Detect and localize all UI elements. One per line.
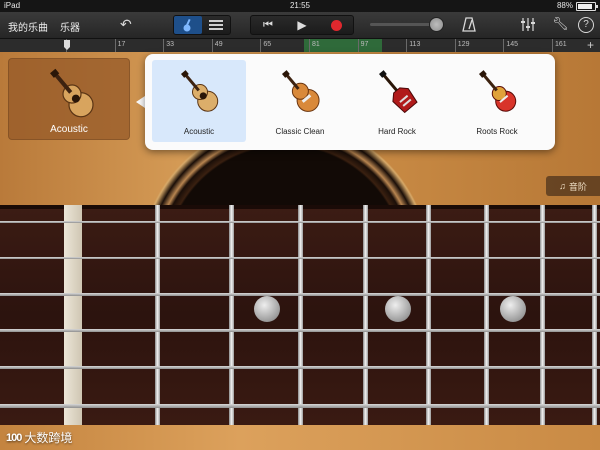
acoustic-guitar-icon [180,70,219,112]
instrument-option-label: Classic Clean [275,127,325,136]
ruler-tick [309,39,310,52]
ruler-number: 81 [312,41,320,48]
ruler-number: 65 [263,41,272,48]
ruler-tick [406,39,408,52]
guitar-string[interactable] [0,404,600,408]
ruler-number: 49 [214,41,223,48]
fret [363,205,368,425]
ruler-tick [454,39,456,52]
ruler-number: 33 [166,41,174,48]
volume-knob[interactable] [428,17,444,32]
ruler-number: 113 [409,41,421,48]
timeline-ruler[interactable]: + 17 33 49 65 81 97 113 129 145 161 [0,39,600,53]
play-button[interactable]: ▶ [285,18,319,32]
fret [426,205,431,425]
music-note-icon: ♫ [559,181,566,191]
record-icon [330,19,342,31]
ruler-tick [114,39,116,52]
instrument-option-acoustic[interactable]: Acoustic [152,60,246,142]
watermark-logo: 100 [6,431,22,444]
rewind-button[interactable]: ⏮ [251,19,285,32]
ruler-number: 97 [360,41,369,48]
mixer-settings-icon[interactable] [520,17,536,35]
undo-icon[interactable]: ↶ [120,16,132,33]
ruler-number: 17 [117,41,126,48]
record-button[interactable] [319,19,353,31]
ruler-tick [211,39,213,52]
watermark: 100 大数跨境 [6,429,72,446]
instrument-option-roots-rock[interactable]: Roots Rock [450,60,544,142]
fret [540,205,545,425]
guitar-string[interactable] [0,293,600,296]
fret [298,205,303,425]
instrument-option-label: Acoustic [183,127,215,136]
guitar-string[interactable] [0,257,600,259]
instruments-button[interactable]: 乐器 [60,19,80,34]
fret [484,205,489,425]
battery-icon [576,1,598,11]
ruler-tick [552,39,553,52]
transport-controls: ⏮ ▶ [250,15,354,35]
guitar-string[interactable] [0,366,600,369]
battery-status: 88% [556,0,598,12]
battery-percent: 88% [556,1,573,10]
wrench-icon[interactable]: 🔧︎ [552,16,569,32]
ruler-tick [503,39,505,52]
ruler-number: 145 [506,41,519,48]
guitar-string[interactable] [0,329,600,332]
status-bar: iPad 21:55 88% [0,0,600,12]
electric-guitar-icon [478,70,517,112]
tracks-view-icon[interactable] [202,16,230,34]
instrument-option-hard-rock[interactable]: Hard Rock [350,60,444,142]
hollow-body-guitar-icon [281,70,320,112]
help-icon[interactable]: ? [578,17,594,33]
toolbar: 我的乐曲 乐器 ↶ ⏮ ▶ 🔧︎ ? [0,12,600,39]
instrument-picker-popover: Acoustic Classic Clean Hard Rock Roots R… [145,54,555,150]
ruler-number: 161 [555,41,567,48]
instrument-option-label: Hard Rock [378,127,416,136]
instrument-option-classic-clean[interactable]: Classic Clean [253,60,347,142]
ruler-tick [163,39,165,52]
ruler-number: 129 [457,41,470,48]
fret-inlay [254,296,280,322]
fret [592,205,597,425]
guitar-string[interactable] [0,221,600,223]
electric-guitar-icon [378,70,418,114]
view-toggle [173,15,231,35]
watermark-text: 大数跨境 [24,431,73,445]
metronome-icon[interactable] [462,17,476,35]
current-instrument-label: Acoustic [50,124,88,135]
guitar-body-lower [0,425,600,450]
guitar-view-icon[interactable] [174,16,202,34]
acoustic-guitar-icon [50,68,94,118]
add-section-icon[interactable]: + [587,39,594,52]
guitar-nut [64,205,82,425]
scale-button-label: 音阶 [568,181,587,192]
clock: 21:55 [289,1,311,10]
fret [155,205,160,425]
ruler-tick [260,39,262,52]
fret [229,205,234,425]
scale-button[interactable]: ♫ 音阶 [546,176,600,196]
ruler-tick [357,39,359,52]
instrument-option-label: Roots Rock [476,127,518,136]
my-songs-button[interactable]: 我的乐曲 [8,19,48,34]
fret-inlay [500,296,526,322]
fret-inlay [385,296,411,322]
